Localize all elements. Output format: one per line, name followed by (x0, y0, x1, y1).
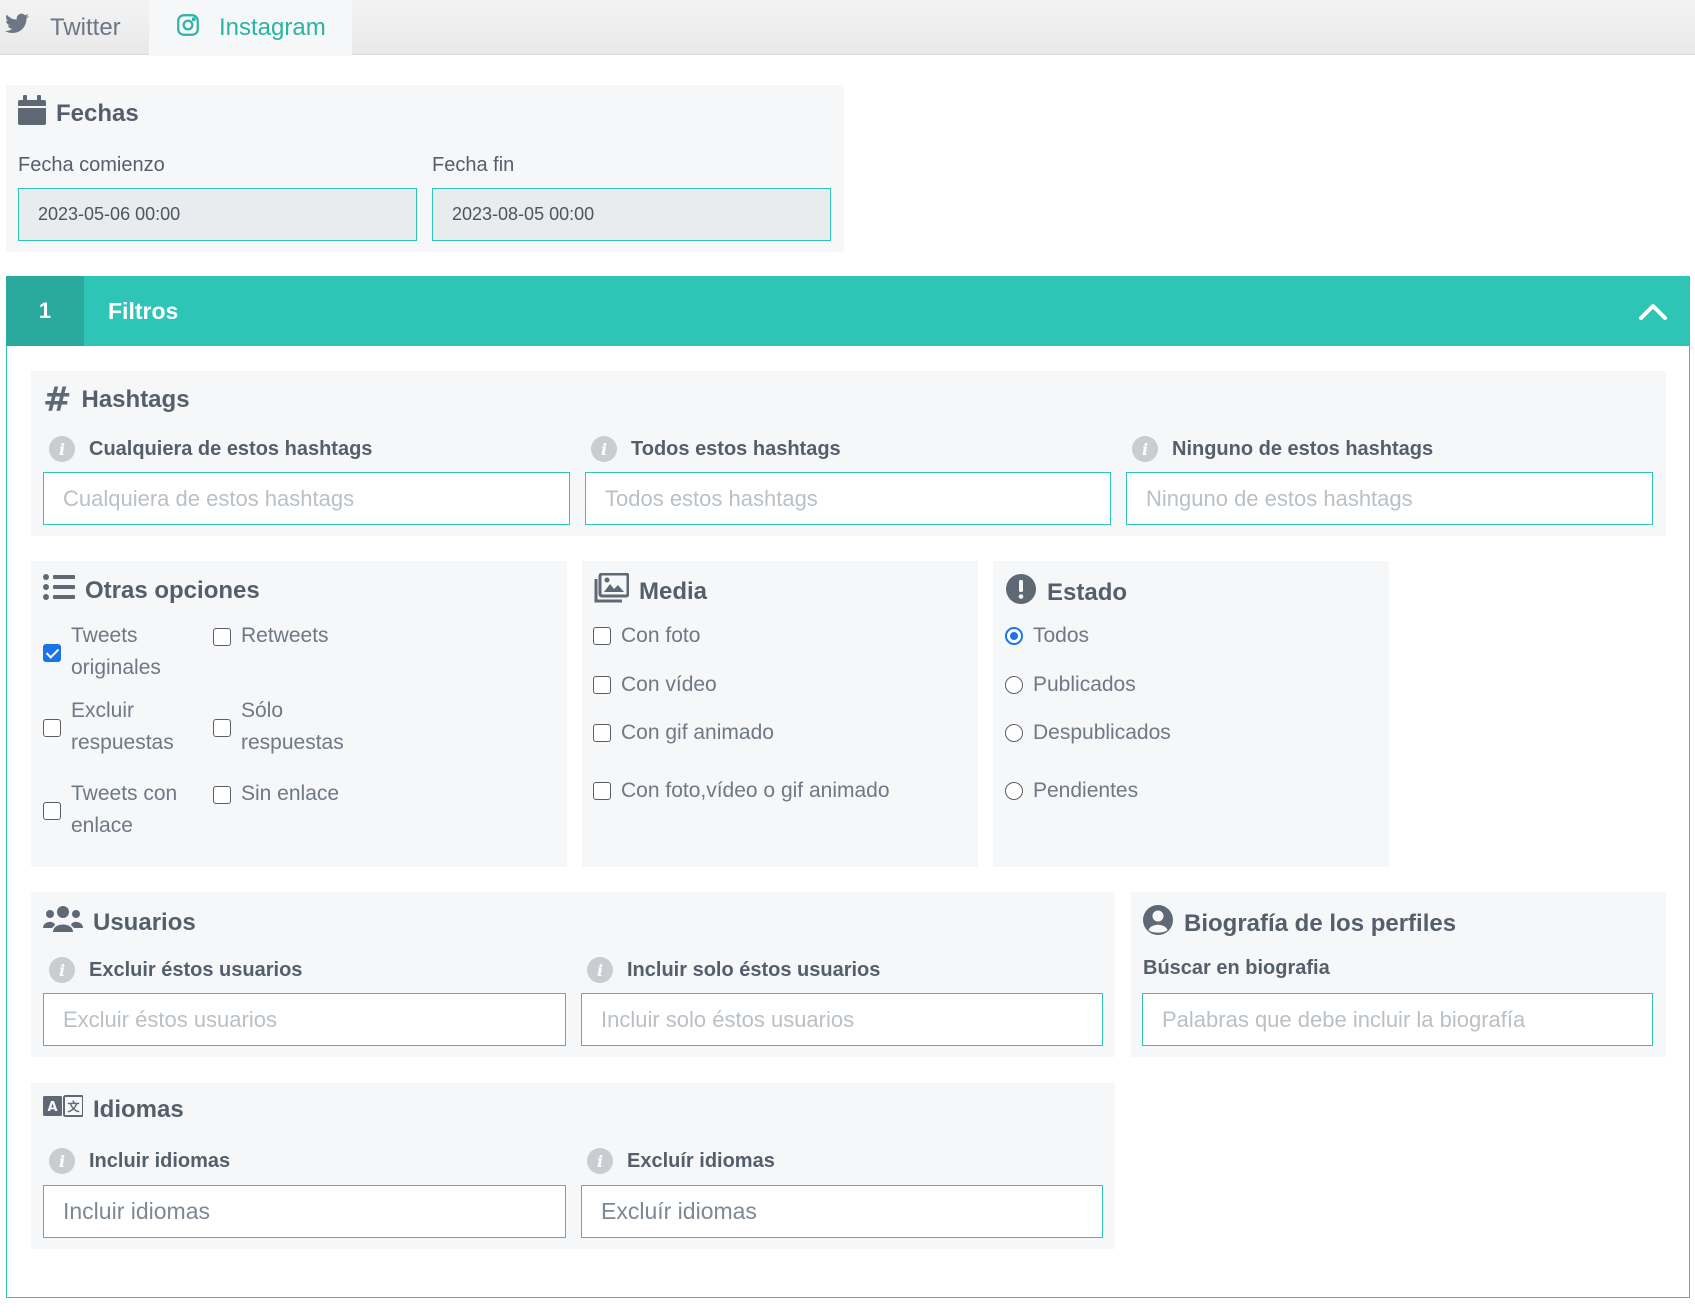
filtros-step-number: 1 (6, 276, 84, 346)
user-circle-icon (1142, 904, 1174, 943)
radio-button[interactable] (1005, 724, 1023, 742)
checkbox[interactable] (593, 724, 611, 742)
info-icon[interactable]: i (591, 436, 617, 462)
usuarios-include-label: i Incluir solo éstos usuarios (587, 957, 880, 983)
radio-button[interactable] (1005, 676, 1023, 694)
checkbox[interactable] (213, 786, 231, 804)
idiomas-exclude-input[interactable]: Excluír idiomas (581, 1185, 1103, 1238)
hashtags-all-label: i Todos estos hashtags (591, 436, 841, 462)
filtros-title: Filtros (108, 297, 179, 324)
svg-text:A: A (47, 1100, 57, 1115)
info-icon[interactable]: i (49, 1148, 75, 1174)
radio-publicados[interactable]: Publicados (1005, 669, 1136, 701)
checkbox[interactable] (43, 719, 61, 737)
checkbox[interactable] (593, 782, 611, 800)
info-icon[interactable]: i (49, 436, 75, 462)
fechas-title: Fechas (18, 95, 139, 132)
tab-twitter-label: Twitter (50, 13, 121, 41)
info-icon[interactable]: i (49, 957, 75, 983)
idiomas-include-input[interactable]: Incluir idiomas (43, 1185, 566, 1238)
language-icon: A文 (43, 1095, 84, 1124)
instagram-icon (175, 12, 201, 45)
idiomas-include-label: i Incluir idiomas (49, 1148, 230, 1174)
usuarios-title: Usuarios (43, 904, 196, 941)
option-con-foto-video-gif[interactable]: Con foto,vídeo o gif animado (593, 775, 890, 807)
checkbox[interactable] (593, 676, 611, 694)
hashtag-icon: # (43, 380, 72, 420)
usuarios-exclude-input[interactable]: Excluir éstos usuarios (43, 993, 566, 1046)
fecha-comienzo-label: Fecha comienzo (18, 154, 165, 176)
checkbox[interactable] (213, 628, 231, 646)
usuarios-include-input[interactable]: Incluir solo éstos usuarios (581, 993, 1103, 1046)
biografia-search-label: Búscar en biografia (1143, 957, 1330, 979)
twitter-icon (4, 11, 30, 44)
users-icon (43, 904, 83, 941)
checkbox[interactable] (593, 627, 611, 645)
radio-button[interactable] (1005, 627, 1023, 645)
chevron-up-icon[interactable] (1638, 298, 1668, 324)
option-con-gif[interactable]: Con gif animado (593, 717, 774, 749)
option-excluir-respuestas[interactable]: Excluir respuestas (43, 695, 193, 759)
list-icon (43, 573, 75, 608)
exclamation-circle-icon (1005, 573, 1037, 612)
hashtags-any-input[interactable]: Cualquiera de estos hashtags (43, 472, 570, 525)
checkbox[interactable] (43, 802, 61, 820)
option-tweets-originales[interactable]: Tweets originales (43, 620, 193, 684)
hashtags-title: # Hashtags (43, 380, 190, 420)
hashtags-all-input[interactable]: Todos estos hashtags (585, 472, 1111, 525)
option-solo-respuestas[interactable]: Sólo respuestas (213, 695, 363, 759)
biografia-search-input[interactable]: Palabras que debe incluir la biografía (1142, 993, 1653, 1046)
fecha-fin-input[interactable]: 2023-08-05 00:00 (432, 188, 831, 241)
calendar-icon (18, 95, 46, 132)
option-con-video[interactable]: Con vídeo (593, 669, 717, 701)
radio-pendientes[interactable]: Pendientes (1005, 775, 1138, 807)
estado-title: Estado (1005, 573, 1127, 612)
hashtags-any-label: i Cualquiera de estos hashtags (49, 436, 372, 462)
radio-todos[interactable]: Todos (1005, 620, 1089, 652)
option-con-foto[interactable]: Con foto (593, 620, 700, 652)
checkbox[interactable] (43, 644, 61, 662)
images-icon (593, 572, 630, 610)
filtros-accordion-header[interactable]: 1 Filtros (6, 276, 1690, 346)
hashtags-none-label: i Ninguno de estos hashtags (1132, 436, 1433, 462)
radio-button[interactable] (1005, 782, 1023, 800)
tab-bar: Twitter Instagram (0, 0, 1695, 56)
radio-despublicados[interactable]: Despublicados (1005, 717, 1171, 749)
tab-instagram[interactable]: Instagram (149, 0, 352, 56)
info-icon[interactable]: i (587, 957, 613, 983)
idiomas-exclude-label: i Excluír idiomas (587, 1148, 775, 1174)
usuarios-exclude-label: i Excluir éstos usuarios (49, 957, 302, 983)
otras-opciones-title: Otras opciones (43, 573, 260, 608)
option-sin-enlace[interactable]: Sin enlace (213, 778, 393, 810)
svg-text:文: 文 (67, 1099, 80, 1114)
tab-instagram-label: Instagram (219, 14, 326, 41)
checkbox[interactable] (213, 719, 231, 737)
option-tweets-con-enlace[interactable]: Tweets con enlace (43, 778, 193, 842)
info-icon[interactable]: i (1132, 436, 1158, 462)
hashtags-none-input[interactable]: Ninguno de estos hashtags (1126, 472, 1653, 525)
tab-twitter[interactable]: Twitter (0, 0, 148, 55)
biografia-title: Biografía de los perfiles (1142, 904, 1456, 943)
info-icon[interactable]: i (587, 1148, 613, 1174)
fecha-fin-label: Fecha fin (432, 154, 515, 176)
media-title: Media (593, 572, 707, 610)
fecha-comienzo-input[interactable]: 2023-05-06 00:00 (18, 188, 417, 241)
idiomas-title: A文 Idiomas (43, 1095, 184, 1124)
option-retweets[interactable]: Retweets (213, 620, 393, 652)
